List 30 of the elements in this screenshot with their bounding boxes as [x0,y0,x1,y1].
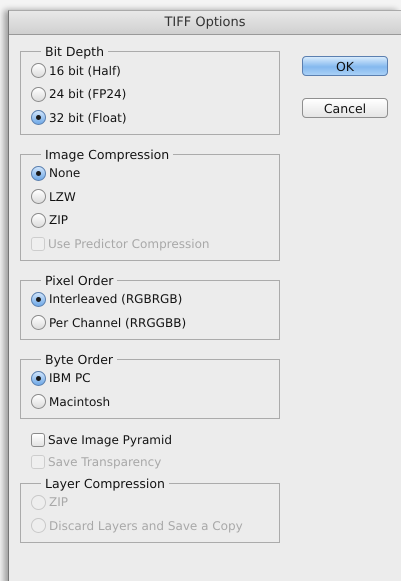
group-title: Byte Order [44,352,114,366]
radio-label[interactable]: LZW [49,190,76,204]
ok-button[interactable]: OK [302,56,388,76]
radio-button[interactable] [31,189,46,204]
checkbox[interactable] [31,433,45,448]
group-title: Bit Depth [44,44,105,59]
radio-label[interactable]: Per Channel (RRGGBB) [49,316,186,330]
checkbox-label[interactable]: Save Image Pyramid [48,433,172,448]
radio-button[interactable] [31,370,46,386]
radio-label[interactable]: 16 bit (Half) [49,64,121,78]
cancel-button[interactable]: Cancel [302,98,388,118]
group-title: Image Compression [44,146,170,162]
radio-button[interactable] [31,86,46,102]
radio-label[interactable]: None [49,166,80,180]
radio-button[interactable] [31,63,46,78]
radio-button[interactable] [31,110,46,126]
group-title: Layer Compression [44,476,166,490]
radio-label[interactable]: 32 bit (Float) [49,110,127,125]
radio-button[interactable] [31,292,46,307]
radio-button[interactable] [31,212,46,228]
radio-label[interactable]: Macintosh [49,394,110,409]
radio-button[interactable] [31,315,46,330]
radio-label[interactable]: ZIP [49,213,68,228]
radio-label[interactable]: Interleaved (RGBRGB) [49,292,182,306]
radio-label[interactable]: 24 bit (FP24) [49,87,126,102]
group-title: Pixel Order [44,272,114,288]
radio-button[interactable] [31,166,46,181]
radio-label[interactable]: IBM PC [49,371,91,386]
window-title: TIFF Options [164,15,246,30]
radio-button[interactable] [31,394,46,410]
